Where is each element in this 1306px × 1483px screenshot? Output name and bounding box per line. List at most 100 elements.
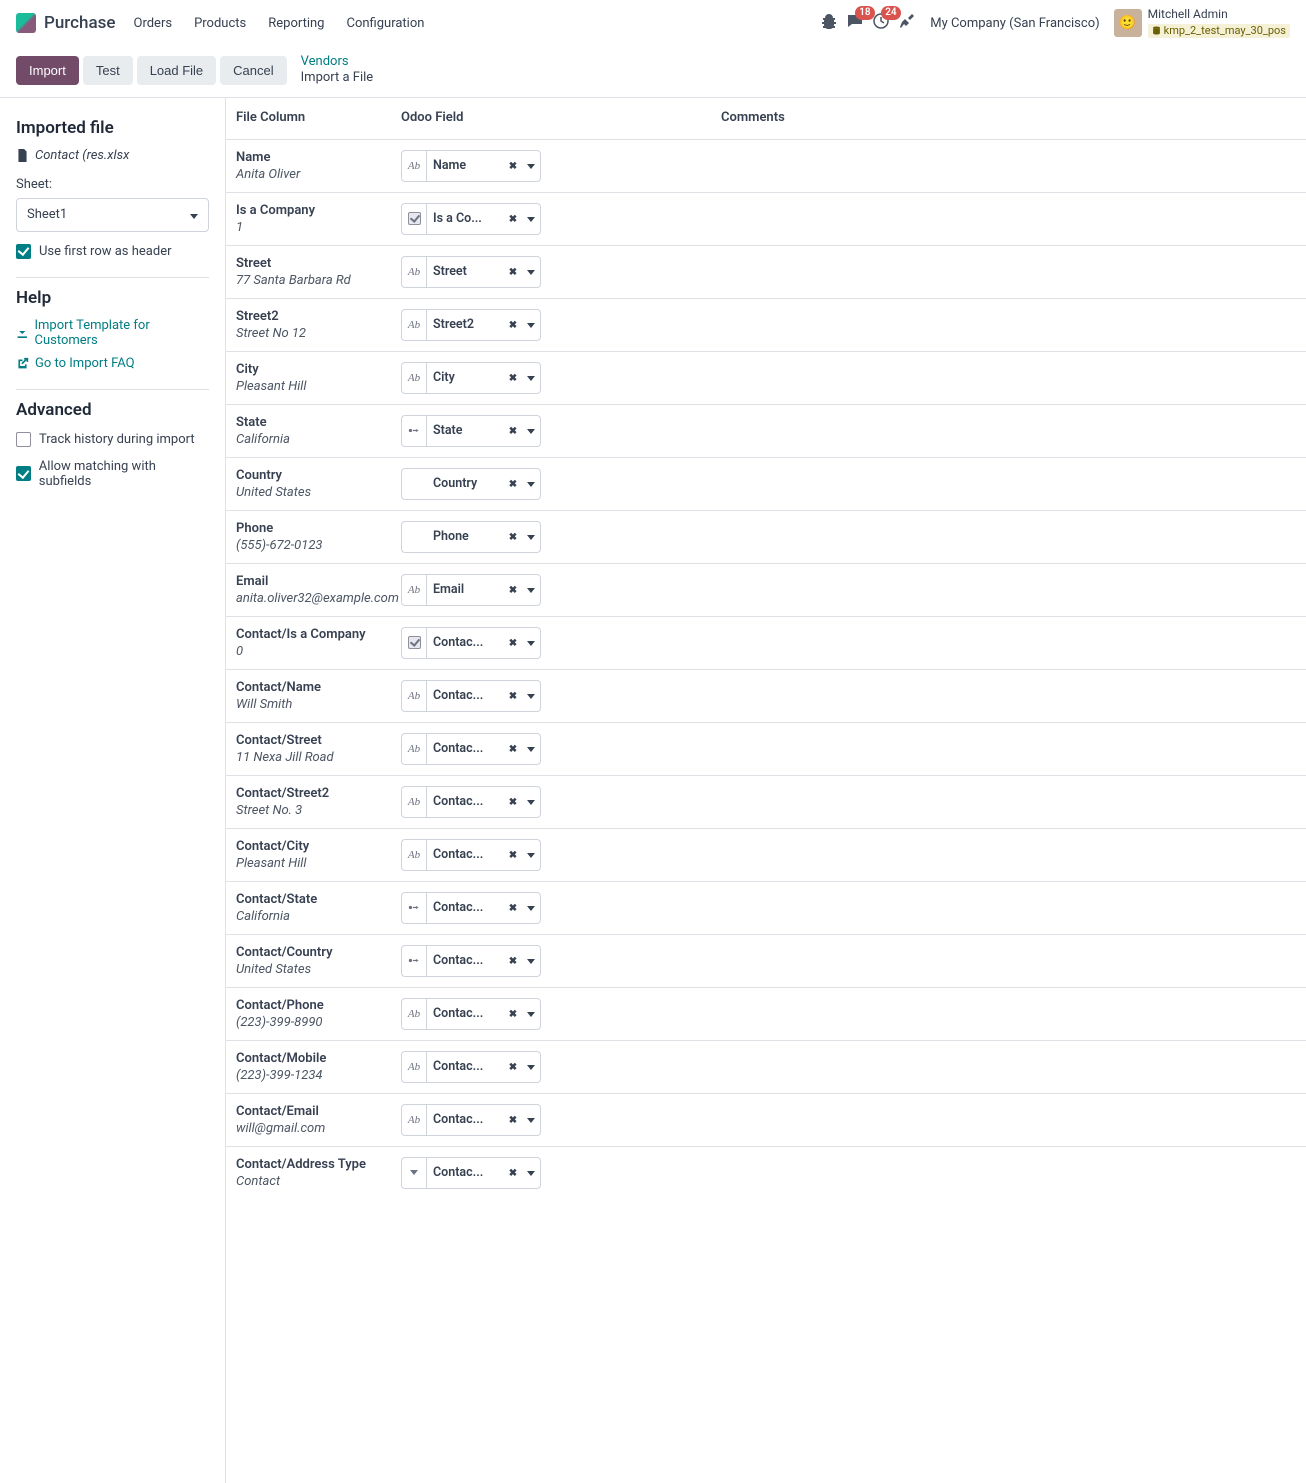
clear-icon[interactable] <box>504 953 522 968</box>
odoo-field-label[interactable]: Contac... <box>427 953 504 968</box>
odoo-field-select[interactable]: AbCity <box>401 362 541 394</box>
odoo-field-select[interactable]: AbContac... <box>401 786 541 818</box>
chevron-down-icon[interactable] <box>522 741 540 756</box>
clear-icon[interactable] <box>504 688 522 703</box>
odoo-field-label[interactable]: Phone <box>427 529 504 544</box>
odoo-field-label[interactable]: Contac... <box>427 688 504 703</box>
clear-icon[interactable] <box>504 529 522 544</box>
odoo-field-label[interactable]: State <box>427 423 504 438</box>
odoo-field-label[interactable]: Contac... <box>427 1165 504 1180</box>
clear-icon[interactable] <box>504 1112 522 1127</box>
odoo-field-label[interactable]: City <box>427 370 504 385</box>
app-icon[interactable] <box>16 13 36 33</box>
nav-products[interactable]: Products <box>194 16 246 31</box>
clear-icon[interactable] <box>504 317 522 332</box>
nav-orders[interactable]: Orders <box>134 16 173 31</box>
chevron-down-icon[interactable] <box>522 423 540 438</box>
chevron-down-icon[interactable] <box>522 1059 540 1074</box>
clear-icon[interactable] <box>504 635 522 650</box>
odoo-field-label[interactable]: Contac... <box>427 1006 504 1021</box>
chevron-down-icon[interactable] <box>522 1006 540 1021</box>
clear-icon[interactable] <box>504 211 522 226</box>
odoo-field-select[interactable]: Contac... <box>401 892 541 924</box>
company-switcher[interactable]: My Company (San Francisco) <box>930 16 1099 31</box>
clear-icon[interactable] <box>504 794 522 809</box>
chevron-down-icon[interactable] <box>522 264 540 279</box>
clear-icon[interactable] <box>504 1059 522 1074</box>
chevron-down-icon[interactable] <box>522 476 540 491</box>
activities-icon[interactable]: 24 <box>872 13 890 33</box>
chevron-down-icon[interactable] <box>522 794 540 809</box>
chevron-down-icon[interactable] <box>522 900 540 915</box>
odoo-field-select[interactable]: AbContac... <box>401 1051 541 1083</box>
clear-icon[interactable] <box>504 900 522 915</box>
odoo-field-select[interactable]: Contac... <box>401 1157 541 1189</box>
odoo-field-label[interactable]: Contac... <box>427 1112 504 1127</box>
odoo-field-select[interactable]: AbContac... <box>401 733 541 765</box>
clear-icon[interactable] <box>504 741 522 756</box>
track-history-checkbox[interactable]: Track history during import <box>16 432 209 447</box>
nav-reporting[interactable]: Reporting <box>268 16 324 31</box>
odoo-field-label[interactable]: Contac... <box>427 1059 504 1074</box>
odoo-field-label[interactable]: Contac... <box>427 635 504 650</box>
odoo-field-label[interactable]: Country <box>427 476 504 491</box>
import-button[interactable]: Import <box>16 56 79 85</box>
odoo-field-label[interactable]: Street2 <box>427 317 504 332</box>
chevron-down-icon[interactable] <box>522 688 540 703</box>
chevron-down-icon[interactable] <box>522 1112 540 1127</box>
clear-icon[interactable] <box>504 1165 522 1180</box>
odoo-field-label[interactable]: Contac... <box>427 794 504 809</box>
odoo-field-label[interactable]: Contac... <box>427 847 504 862</box>
clear-icon[interactable] <box>504 582 522 597</box>
odoo-field-label[interactable]: Email <box>427 582 504 597</box>
odoo-field-select[interactable]: AbStreet2 <box>401 309 541 341</box>
chevron-down-icon[interactable] <box>522 529 540 544</box>
allow-subfields-checkbox[interactable]: Allow matching with subfields <box>16 459 209 489</box>
odoo-field-select[interactable]: AbContac... <box>401 839 541 871</box>
breadcrumb-link[interactable]: Vendors <box>301 54 349 69</box>
cancel-button[interactable]: Cancel <box>220 56 286 85</box>
clear-icon[interactable] <box>504 423 522 438</box>
import-faq-link[interactable]: Go to Import FAQ <box>16 356 209 371</box>
chevron-down-icon[interactable] <box>522 953 540 968</box>
odoo-field-select[interactable]: Is a Co... <box>401 203 541 235</box>
chevron-down-icon[interactable] <box>522 158 540 173</box>
load-file-button[interactable]: Load File <box>137 56 216 85</box>
odoo-field-label[interactable]: Name <box>427 158 504 173</box>
odoo-field-select[interactable]: AbContac... <box>401 1104 541 1136</box>
debug-icon[interactable] <box>820 13 838 33</box>
clear-icon[interactable] <box>504 847 522 862</box>
clear-icon[interactable] <box>504 476 522 491</box>
odoo-field-label[interactable]: Street <box>427 264 504 279</box>
odoo-field-select[interactable]: Country <box>401 468 541 500</box>
clear-icon[interactable] <box>504 264 522 279</box>
chevron-down-icon[interactable] <box>522 317 540 332</box>
odoo-field-select[interactable]: AbName <box>401 150 541 182</box>
use-header-checkbox[interactable]: Use first row as header <box>16 244 209 259</box>
chevron-down-icon[interactable] <box>522 635 540 650</box>
nav-configuration[interactable]: Configuration <box>346 16 424 31</box>
odoo-field-select[interactable]: Contac... <box>401 945 541 977</box>
odoo-field-select[interactable]: AbContac... <box>401 998 541 1030</box>
chevron-down-icon[interactable] <box>522 211 540 226</box>
test-button[interactable]: Test <box>83 56 133 85</box>
odoo-field-select[interactable]: AbContac... <box>401 680 541 712</box>
odoo-field-select[interactable]: AbStreet <box>401 256 541 288</box>
tools-icon[interactable] <box>898 13 916 33</box>
clear-icon[interactable] <box>504 1006 522 1021</box>
odoo-field-select[interactable]: Contac... <box>401 627 541 659</box>
clear-icon[interactable] <box>504 370 522 385</box>
chevron-down-icon[interactable] <box>522 582 540 597</box>
user-menu[interactable]: 🙂 Mitchell Admin kmp_2_test_may_30_pos <box>1114 8 1290 37</box>
messages-icon[interactable]: 18 <box>846 13 864 33</box>
odoo-field-select[interactable]: State <box>401 415 541 447</box>
app-brand[interactable]: Purchase <box>44 13 116 33</box>
chevron-down-icon[interactable] <box>522 370 540 385</box>
sheet-select[interactable]: Sheet1 <box>16 198 209 232</box>
odoo-field-label[interactable]: Contac... <box>427 741 504 756</box>
clear-icon[interactable] <box>504 158 522 173</box>
chevron-down-icon[interactable] <box>522 847 540 862</box>
odoo-field-select[interactable]: AbEmail <box>401 574 541 606</box>
odoo-field-label[interactable]: Contac... <box>427 900 504 915</box>
chevron-down-icon[interactable] <box>522 1165 540 1180</box>
